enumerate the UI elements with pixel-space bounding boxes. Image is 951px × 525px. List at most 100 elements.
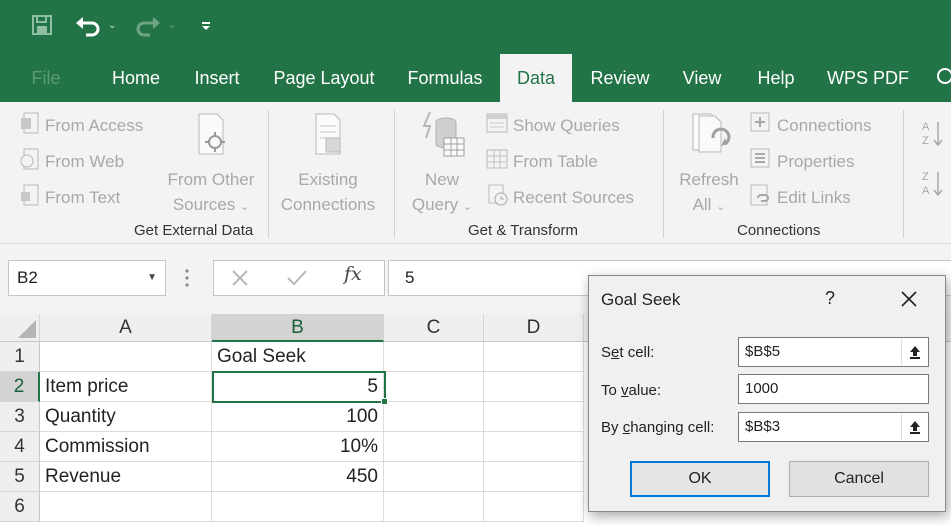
ok-button[interactable]: OK [630,461,770,497]
cell-d3[interactable] [484,402,584,432]
row-header-2[interactable]: 2 [0,372,40,402]
from-web-button[interactable]: From Web [20,148,124,175]
show-queries-icon [486,112,508,139]
web-icon [20,148,40,175]
tab-formulas[interactable]: Formulas [396,56,494,100]
refresh-all-button[interactable]: Refresh All ⌄ [673,108,745,220]
cell-d2[interactable] [484,372,584,402]
customize-icon[interactable] [200,10,212,40]
column-header-b[interactable]: B [212,314,384,342]
cell-c5[interactable] [384,462,484,492]
save-icon[interactable] [30,10,54,40]
cell-b3[interactable]: 100 [212,402,384,432]
edit-links-button[interactable]: Edit Links [750,184,851,211]
tab-data[interactable]: Data [500,54,572,102]
cell-b5[interactable]: 450 [212,462,384,492]
title-bar: ⌄ ⌄ File Home Insert Page Layout Formula… [0,0,951,102]
access-icon [20,112,40,139]
recent-sources-button[interactable]: Recent Sources [486,184,634,211]
ribbon-separator [394,110,395,238]
set-cell-input[interactable]: $B$5 [738,337,929,367]
tab-file[interactable]: File [20,56,72,100]
cell-a2[interactable]: Item price [40,372,212,402]
row-header-1[interactable]: 1 [0,342,40,372]
cell-c1[interactable] [384,342,484,372]
cell-b1[interactable]: Goal Seek [212,342,384,372]
cell-c3[interactable] [384,402,484,432]
fill-handle[interactable] [381,398,388,405]
cell-c6[interactable] [384,492,484,522]
by-changing-cell-input[interactable]: $B$3 [738,412,929,442]
redo-dropdown-icon[interactable]: ⌄ [168,20,176,31]
cell-d1[interactable] [484,342,584,372]
to-value-label: To value: [601,382,662,399]
row-header-4[interactable]: 4 [0,432,40,462]
close-icon[interactable] [894,284,924,314]
cell-a6[interactable] [40,492,212,522]
column-header-c[interactable]: C [384,314,484,342]
cell-d6[interactable] [484,492,584,522]
column-header-d[interactable]: D [484,314,584,342]
cell-b6[interactable] [212,492,384,522]
row-header-3[interactable]: 3 [0,402,40,432]
sort-az-icon[interactable]: AZ [920,118,944,148]
to-value-input[interactable]: 1000 [738,374,929,404]
more-options-icon[interactable] [184,268,190,293]
cell-b2[interactable]: 5 [212,372,384,402]
tab-view[interactable]: View [670,56,734,100]
ribbon-separator [903,110,904,238]
tab-insert[interactable]: Insert [182,56,252,100]
help-button[interactable]: ? [825,288,835,309]
chevron-down-icon[interactable]: ▼ [147,261,157,295]
svg-text:Z: Z [922,171,929,183]
collapse-dialog-icon[interactable] [901,339,927,365]
from-text-button[interactable]: From Text [20,184,120,211]
cell-b4[interactable]: 10% [212,432,384,462]
cell-c2[interactable] [384,372,484,402]
cell-c4[interactable] [384,432,484,462]
row-header-5[interactable]: 5 [0,462,40,492]
other-sources-icon [158,108,264,167]
show-queries-button[interactable]: Show Queries [486,112,620,139]
sort-za-icon[interactable]: ZA [920,168,944,198]
cell-d5[interactable] [484,462,584,492]
svg-text:A: A [922,121,930,133]
undo-dropdown-icon[interactable]: ⌄ [108,20,116,31]
cell-a3[interactable]: Quantity [40,402,212,432]
tab-page-layout[interactable]: Page Layout [262,56,386,100]
properties-button[interactable]: Properties [750,148,854,175]
select-all-corner[interactable] [0,314,40,342]
connections-button[interactable]: Connections [750,112,872,139]
edit-links-icon [750,184,772,211]
undo-icon[interactable]: ⌄ [74,10,116,40]
new-query-button[interactable]: New Query ⌄ [404,108,480,220]
cell-a4[interactable]: Commission [40,432,212,462]
from-other-sources-button[interactable]: From Other Sources ⌄ [158,108,264,220]
collapse-dialog-icon[interactable] [901,414,927,440]
cancel-icon[interactable] [230,268,250,293]
column-header-a[interactable]: A [40,314,212,342]
tab-help[interactable]: Help [744,56,808,100]
table-icon [486,148,508,175]
tab-wps-pdf[interactable]: WPS PDF [818,56,918,100]
enter-icon[interactable] [286,268,308,293]
cell-d4[interactable] [484,432,584,462]
redo-icon[interactable]: ⌄ [134,10,176,40]
cell-a5[interactable]: Revenue [40,462,212,492]
search-icon[interactable] [932,56,951,100]
properties-icon [750,148,772,175]
cancel-button[interactable]: Cancel [789,461,929,497]
svg-text:A: A [922,185,930,197]
tab-review[interactable]: Review [580,56,660,100]
from-table-button[interactable]: From Table [486,148,598,175]
chevron-down-icon: ⌄ [462,201,473,213]
insert-function-icon[interactable]: fx [344,263,362,285]
tab-home[interactable]: Home [98,56,174,100]
new-query-icon [404,108,480,167]
name-box[interactable]: B2 ▼ [8,260,166,296]
from-access-button[interactable]: From Access [20,112,143,139]
existing-connections-button[interactable]: Existing Connections [272,108,384,217]
cell-a1[interactable] [40,342,212,372]
row-header-6[interactable]: 6 [0,492,40,522]
chevron-down-icon: ⌄ [239,201,250,213]
